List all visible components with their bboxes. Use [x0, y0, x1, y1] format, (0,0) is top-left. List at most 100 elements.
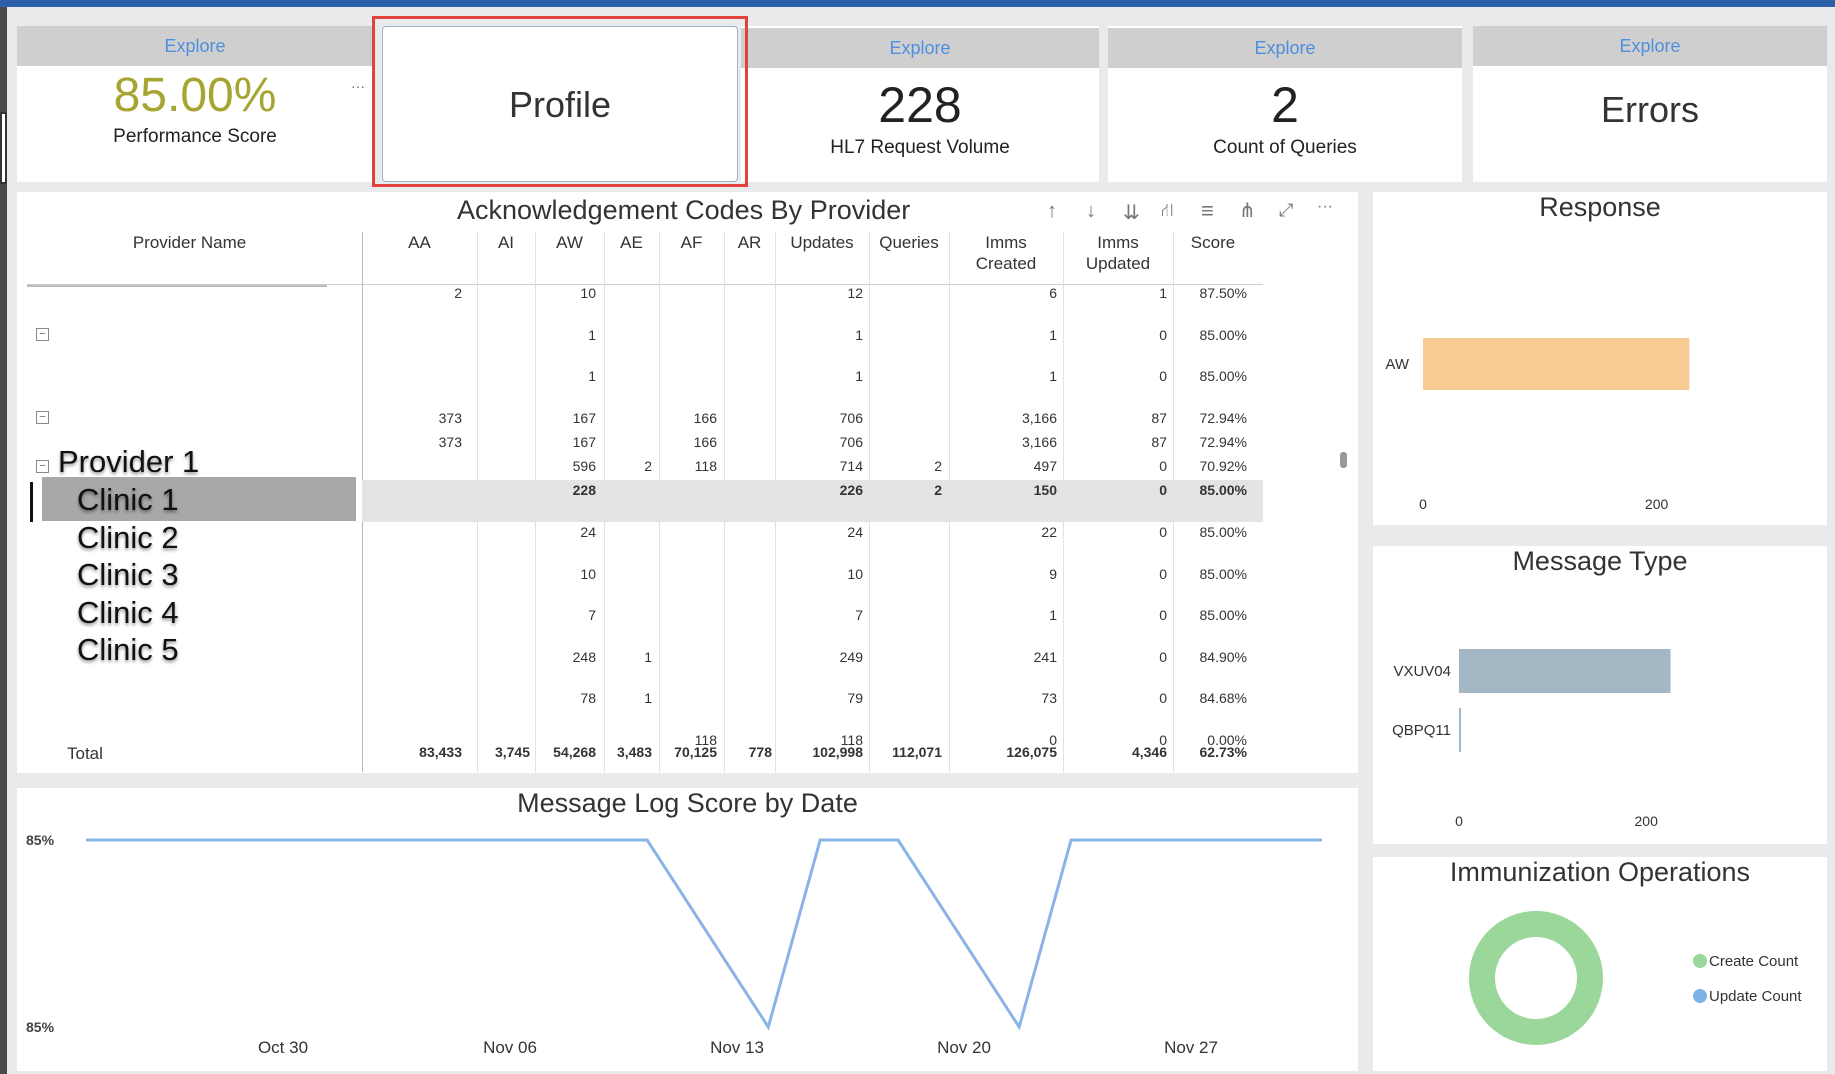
table-cell: 0 — [1159, 566, 1167, 582]
ai-header[interactable]: AI — [477, 232, 535, 253]
queries-header[interactable]: Queries — [869, 232, 949, 253]
immunization-donut-chart: Create Count Update Count — [1469, 911, 1802, 1045]
x-tick-label: 0 — [1419, 496, 1427, 512]
hierarchy-icon[interactable]: ⛙ — [1161, 200, 1174, 224]
tree-clinic-2[interactable]: Clinic 2 — [77, 520, 179, 556]
table-cell: 24 — [580, 524, 596, 540]
table-cell: 166 — [693, 434, 717, 450]
table-cell: 85.00% — [1199, 607, 1247, 623]
ack-codes-title: Acknowledgement Codes By Provider — [457, 195, 911, 225]
bar[interactable] — [1459, 649, 1671, 693]
imms-created-header[interactable]: Imms — [949, 232, 1063, 253]
expand-all-icon[interactable]: ⇊ — [1123, 200, 1140, 225]
performance-score-value: 85.00% — [113, 69, 277, 122]
table-cell: 714 — [839, 458, 863, 474]
tree-clinic-3[interactable]: Clinic 3 — [77, 557, 179, 593]
count-of-queries-value: 2 — [1271, 77, 1299, 133]
table-cell: 1 — [1049, 607, 1057, 623]
table-cell: 167 — [572, 434, 596, 450]
response-panel: Response AW 0 200 — [1373, 192, 1827, 525]
collapse-icon[interactable]: − — [36, 411, 49, 424]
bar[interactable] — [1459, 708, 1461, 752]
table-cell: 22 — [1041, 524, 1057, 540]
total-cell: 112,071 — [892, 744, 942, 760]
row-divider — [27, 285, 327, 287]
table-cell: 7 — [855, 607, 863, 623]
left-collapse-handle[interactable] — [0, 112, 7, 184]
immunization-operations-panel: Immunization Operations Create Count Upda… — [1373, 857, 1827, 1071]
explore-button[interactable]: Explore — [1473, 26, 1827, 66]
collapse-icon[interactable]: − — [36, 460, 49, 473]
table-cell: 85.00% — [1199, 524, 1247, 540]
table-cell: 0 — [1159, 482, 1167, 498]
collapse-icon[interactable]: − — [36, 328, 49, 341]
arrow-down-icon[interactable]: ↓ — [1086, 200, 1096, 223]
ae-header[interactable]: AE — [604, 232, 659, 253]
table-cell: 1 — [1049, 327, 1057, 343]
updates-header[interactable]: Updates — [775, 232, 869, 253]
table-cell: 3,166 — [1021, 434, 1057, 450]
table-cell: 84.68% — [1199, 690, 1247, 706]
explore-button[interactable]: Explore — [17, 26, 373, 66]
table-cell: 706 — [839, 434, 863, 450]
legend-label[interactable]: Update Count — [1709, 988, 1802, 1005]
x-tick-label: Nov 06 — [483, 1038, 537, 1057]
tree-clinic-1[interactable]: Clinic 1 — [77, 482, 179, 518]
score-header[interactable]: Score — [1173, 232, 1253, 253]
imms-updated-header-line2: Updated — [1085, 254, 1151, 273]
y-tick-label: 85% — [26, 832, 55, 848]
x-tick-label: Nov 20 — [937, 1038, 991, 1057]
table-cell: 84.90% — [1199, 649, 1247, 665]
table-cell: 2 — [454, 285, 462, 301]
imms-updated-header[interactable]: Imms — [1063, 232, 1173, 253]
table-cell: 118 — [694, 458, 717, 474]
table-cell: 10 — [847, 566, 863, 582]
response-bar-chart: AW 0 200 — [1385, 338, 1690, 512]
provider-name-header[interactable]: Provider Name — [17, 232, 362, 253]
errors-card: Explore Errors — [1473, 26, 1827, 182]
tree-clinic-4[interactable]: Clinic 4 — [77, 595, 179, 631]
total-label: Total — [67, 744, 103, 763]
total-cell: 778 — [748, 744, 772, 760]
scrollbar-thumb[interactable] — [1340, 452, 1347, 468]
message-log-panel: Message Log Score by Date 85% 85% Oct 30 No… — [17, 788, 1358, 1071]
table-cell: 7 — [588, 607, 596, 623]
y-tick-label: 85% — [26, 1019, 55, 1035]
focus-mode-icon[interactable]: ⋔ — [1239, 198, 1256, 223]
popout-icon[interactable]: ⤢ — [1279, 200, 1293, 221]
table-cell: 1 — [644, 649, 652, 665]
table-cell: 373 — [438, 410, 462, 426]
hl7-request-label: HL7 Request Volume — [830, 137, 1010, 158]
score-line[interactable] — [86, 838, 1322, 1031]
af-header[interactable]: AF — [659, 232, 724, 253]
table-cell: 249 — [839, 649, 863, 665]
explore-button[interactable]: Explore — [741, 28, 1099, 68]
table-cell: 228 — [572, 482, 596, 498]
legend-label[interactable]: Create Count — [1709, 953, 1799, 970]
table-cell: 12 — [847, 285, 863, 301]
category-label: AW — [1385, 356, 1409, 373]
more-options-icon[interactable]: ··· — [351, 78, 365, 94]
table-cell: 24 — [847, 524, 863, 540]
top-accent-bar — [0, 0, 1835, 7]
table-cell: 87 — [1151, 410, 1167, 426]
x-tick-label: 0 — [1455, 813, 1463, 829]
table-cell: 10 — [580, 285, 596, 301]
tree-provider-1[interactable]: Provider 1 — [58, 444, 199, 480]
table-cell: 3,166 — [1021, 410, 1057, 426]
table-cell: 1 — [1159, 285, 1167, 301]
table-cell: 2 — [934, 458, 942, 474]
ar-header[interactable]: AR — [724, 232, 775, 253]
arrow-up-icon[interactable]: ↑ — [1047, 200, 1057, 223]
table-cell: 85.00% — [1199, 368, 1247, 384]
filter-icon[interactable]: ≡ — [1201, 198, 1214, 224]
bar[interactable] — [1423, 338, 1690, 390]
more-options-icon[interactable]: ··· — [1317, 198, 1333, 216]
tree-clinic-5[interactable]: Clinic 5 — [77, 632, 179, 668]
aw-header[interactable]: AW — [535, 232, 604, 253]
table-cell: 167 — [572, 410, 596, 426]
donut-slice[interactable] — [1469, 911, 1603, 1045]
explore-button[interactable]: Explore — [1108, 28, 1462, 68]
aa-header[interactable]: AA — [362, 232, 477, 253]
table-cell: 87 — [1151, 434, 1167, 450]
